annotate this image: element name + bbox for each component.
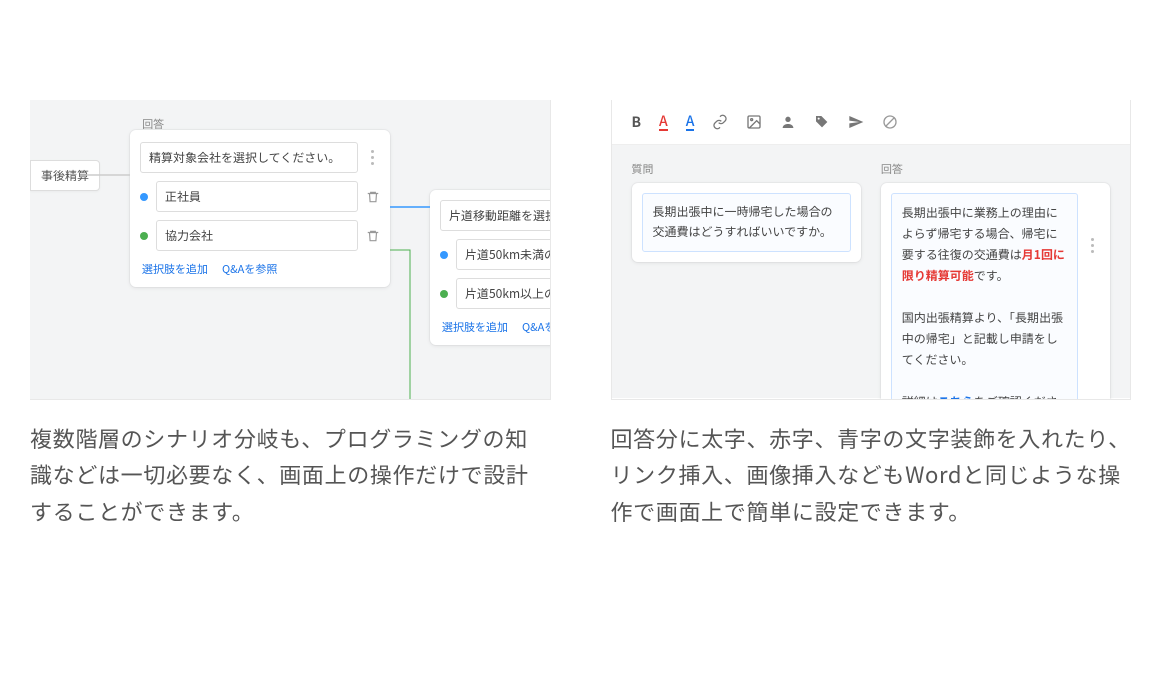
tag-label: 事後精算 [41, 167, 89, 184]
option-row: 協力会社 [140, 220, 380, 251]
prompt-input[interactable]: 精算対象会社を選択してください。 [140, 142, 358, 173]
flow-node-employee-type: 回答 精算対象会社を選択してください。 正社員 協力会社 選択肢を追加 [130, 130, 390, 287]
option-dot-blue [140, 193, 148, 201]
option-input[interactable]: 協力会社 [156, 220, 358, 251]
option-dot-blue [440, 251, 448, 259]
option-input[interactable]: 正社員 [156, 181, 358, 212]
question-panel-title: 質問 [632, 161, 861, 177]
red-text-button[interactable]: A [659, 114, 668, 131]
send-icon[interactable] [848, 114, 864, 130]
node-title: 回答 [140, 116, 380, 132]
option-row: 片道50km未満の移動 [440, 239, 551, 270]
left-caption: 複数階層のシナリオ分岐も、プログラミングの知識などは一切必要なく、画面上の操作だ… [30, 420, 551, 529]
link-icon[interactable] [712, 114, 728, 130]
tag-icon[interactable] [814, 114, 830, 130]
answer-post1: です。 [974, 267, 1009, 284]
answer-panel-title: 回答 [881, 161, 1110, 177]
option-row: 正社員 [140, 181, 380, 212]
right-caption: 回答分に太字、赤字、青字の文字装飾を入れたり、リンク挿入、画像挿入などもWord… [611, 420, 1132, 529]
more-icon[interactable] [364, 146, 380, 170]
answer-line2: 国内出張精算より、「長期出張中の帰宅」と記載し申請をしてください。 [902, 309, 1063, 368]
editor-toolbar: B A A [612, 100, 1131, 145]
tag-node: 事後精算 [30, 160, 100, 191]
option-input[interactable]: 片道50km以上の移動 [456, 278, 551, 309]
option-row: 片道50km以上の移動 [440, 278, 551, 309]
connector-green [390, 240, 430, 400]
answer-text[interactable]: 長期出張中に業務上の理由によらず帰宅する場合、帰宅に要する往復の交通費は月1回に… [891, 193, 1078, 400]
prompt-input[interactable]: 片道移動距離を選択してくださ [440, 200, 551, 231]
connector-blue [390, 202, 430, 212]
bold-button[interactable]: B [632, 112, 642, 132]
question-text[interactable]: 長期出張中に一時帰宅した場合の交通費はどうすればいいですか。 [642, 193, 851, 252]
blue-text-button[interactable]: A [686, 114, 695, 131]
add-option-link[interactable]: 選択肢を追加 [442, 319, 508, 335]
trash-icon[interactable] [366, 190, 380, 204]
person-icon[interactable] [780, 114, 796, 130]
flow-editor-screenshot: 事後精算 回答 精算対象会社を選択してください。 正社員 協力会社 [30, 100, 551, 400]
image-icon[interactable] [746, 114, 762, 130]
block-icon[interactable] [882, 114, 898, 130]
option-input[interactable]: 片道50km未満の移動 [456, 239, 551, 270]
answer-line3a: 詳細は [902, 393, 938, 400]
answer-link[interactable]: こちら [938, 393, 974, 400]
more-icon[interactable] [1084, 233, 1100, 257]
option-dot-green [440, 290, 448, 298]
answer-panel: 長期出張中に業務上の理由によらず帰宅する場合、帰宅に要する往復の交通費は月1回に… [881, 183, 1110, 400]
trash-icon[interactable] [366, 229, 380, 243]
flow-node-distance: 片道移動距離を選択してくださ 片道50km未満の移動 片道50km以上の移動 選… [430, 190, 551, 345]
add-option-link[interactable]: 選択肢を追加 [142, 261, 208, 277]
qa-ref-link[interactable]: Q&Aを参照 [222, 261, 277, 277]
qa-ref-link[interactable]: Q&Aを参照 [522, 319, 551, 335]
question-panel: 長期出張中に一時帰宅した場合の交通費はどうすればいいですか。 [632, 183, 861, 262]
text-editor-screenshot: B A A 質問 長期出張中に一時帰宅した場合の交通費はどうすればいいですか。 [611, 100, 1132, 400]
option-dot-green [140, 232, 148, 240]
